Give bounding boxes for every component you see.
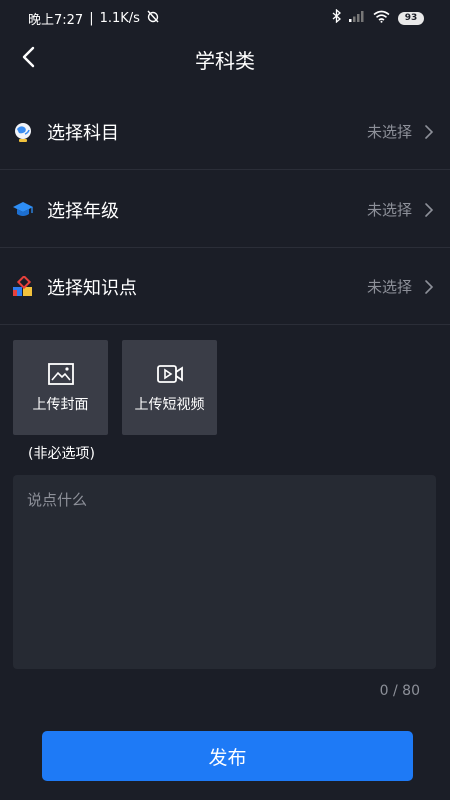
- upload-cover-button[interactable]: 上传封面: [13, 340, 108, 435]
- description-placeholder: 说点什么: [27, 491, 88, 509]
- select-subject-value: 未选择: [366, 123, 412, 141]
- select-knowledge-point-value: 未选择: [366, 278, 412, 296]
- alarm-off-icon: [146, 9, 160, 27]
- select-subject-row[interactable]: 选择科目 未选择: [0, 94, 450, 170]
- signal-icon: [349, 10, 365, 26]
- upload-video-label: 上传短视频: [134, 396, 205, 413]
- back-button[interactable]: [10, 41, 46, 77]
- globe-icon: [12, 121, 34, 143]
- chevron-right-icon: [424, 278, 436, 296]
- video-camera-icon: [156, 362, 184, 386]
- status-right: 93: [332, 8, 424, 27]
- chevron-right-icon: [424, 123, 436, 141]
- chevron-right-icon: [424, 201, 436, 219]
- publish-button[interactable]: 发布: [42, 731, 413, 781]
- optional-note: (非必选项): [28, 446, 95, 462]
- status-network-speed: 1.1K/s: [99, 10, 140, 26]
- colorful-blocks-icon: [12, 275, 34, 298]
- status-bar: 晚上7:27 | 1.1K/s 93: [0, 0, 450, 36]
- status-time: 晚上7:27: [28, 12, 84, 28]
- bluetooth-icon: [332, 8, 341, 27]
- select-knowledge-point-label: 选择知识点: [47, 277, 137, 299]
- description-input[interactable]: 说点什么: [13, 475, 436, 669]
- battery-icon: 93: [398, 11, 424, 25]
- upload-cover-label: 上传封面: [32, 396, 89, 413]
- back-arrow-icon: [21, 46, 35, 72]
- upload-video-button[interactable]: 上传短视频: [122, 340, 217, 435]
- status-left: 晚上7:27 | 1.1K/s: [28, 9, 160, 28]
- select-grade-label: 选择年级: [47, 200, 119, 222]
- select-grade-row[interactable]: 选择年级 未选择: [0, 172, 450, 248]
- character-counter: 0 / 80: [379, 683, 420, 699]
- status-separator: |: [89, 10, 94, 26]
- wifi-icon: [373, 10, 390, 27]
- image-icon: [47, 362, 75, 386]
- nav-bar: 学科类: [0, 36, 450, 82]
- select-subject-label: 选择科目: [47, 122, 119, 144]
- page-title: 学科类: [195, 48, 255, 73]
- select-grade-value: 未选择: [366, 201, 412, 219]
- select-knowledge-point-row[interactable]: 选择知识点 未选择: [0, 249, 450, 325]
- graduation-cap-icon: [12, 199, 34, 221]
